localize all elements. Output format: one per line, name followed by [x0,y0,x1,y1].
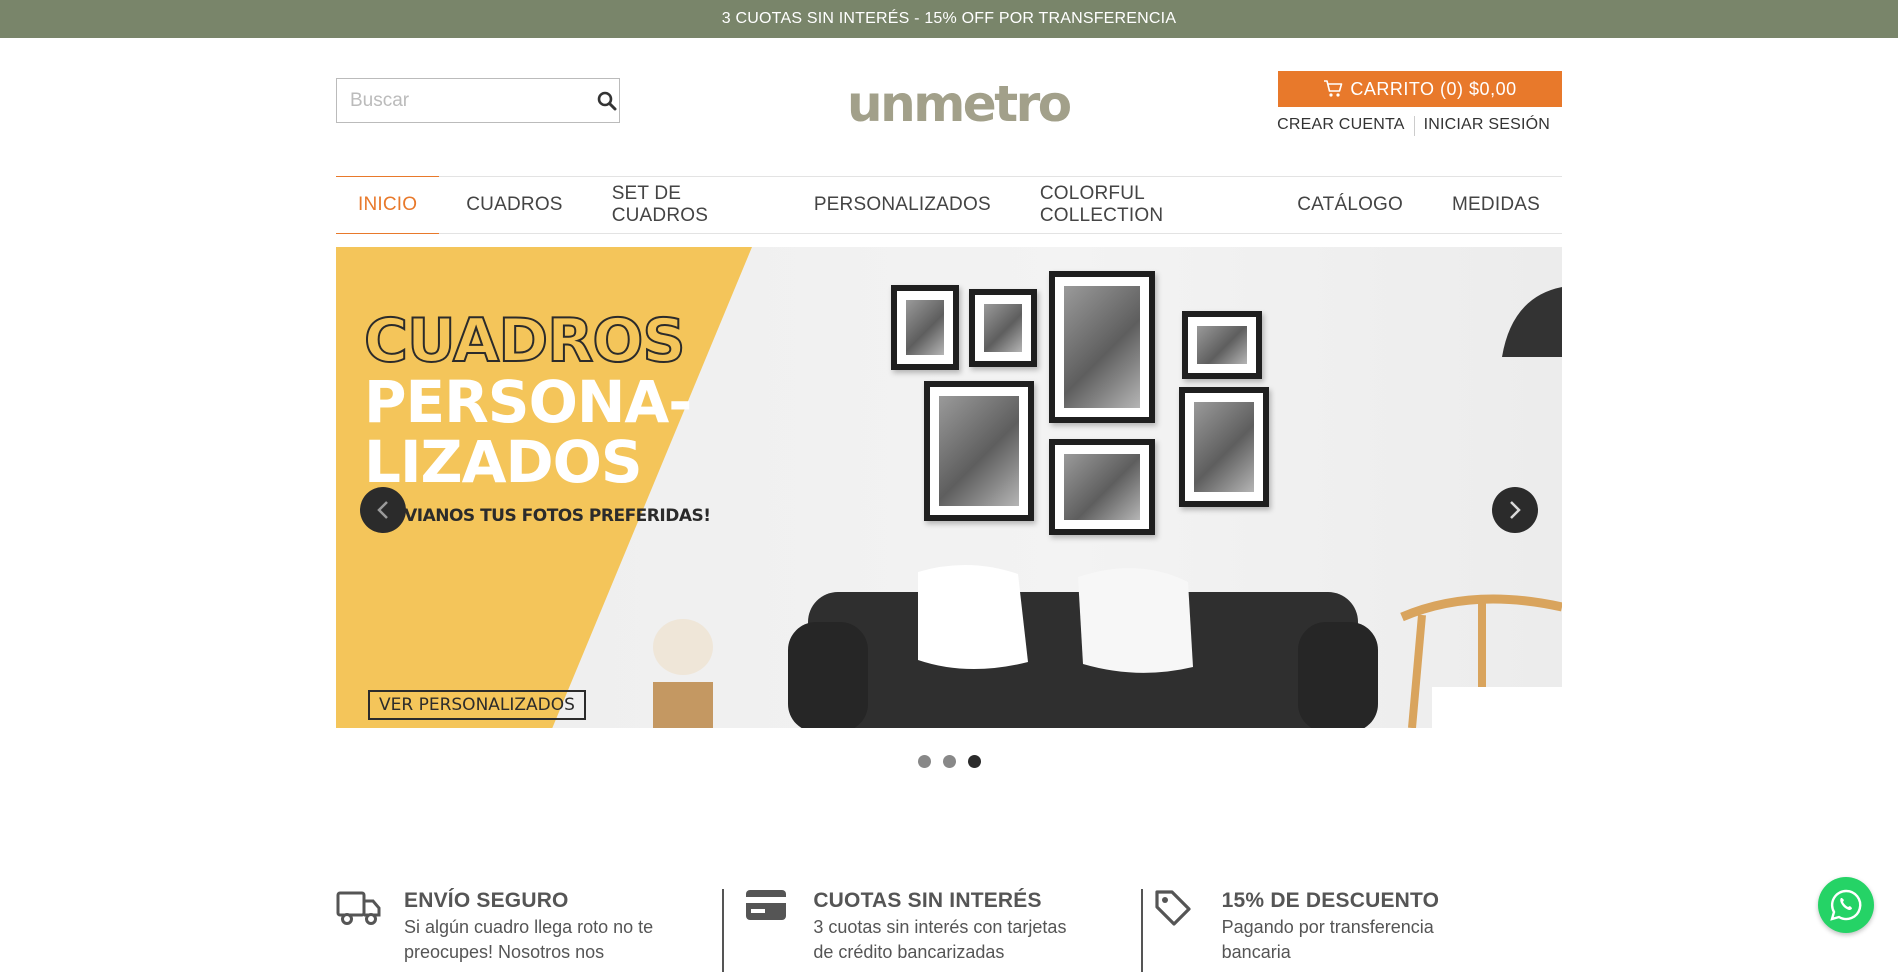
banner-headline: CUADROS PERSONA- LIZADOS [363,306,692,496]
slider-prev-button[interactable] [360,487,406,533]
divider [1141,889,1143,972]
hero-slider[interactable]: CUADROS PERSONA- LIZADOS ¡ENVIANOS TUS F… [336,247,1562,728]
photo-frame [891,285,959,370]
feature-desc: Si algún cuadro llega roto no te preocup… [404,917,654,962]
nav-item-catalogo[interactable]: CATÁLOGO [1275,177,1425,233]
create-account-link[interactable]: CREAR CUENTA [1277,116,1404,136]
slider-dot[interactable] [942,755,956,768]
feature-title: 15% DE DESCUENTO [1221,889,1440,912]
chevron-left-icon [377,501,388,519]
nav-item-set-de-cuadros[interactable]: SET DE CUADROS [590,177,787,233]
announcement-bar: 3 CUOTAS SIN INTERÉS - 15% OFF POR TRANS… [0,0,1898,38]
account-links: CREAR CUENTA INICIAR SESIÓN [1277,116,1550,136]
login-link[interactable]: INICIAR SESIÓN [1424,116,1550,136]
nav-item-personalizados[interactable]: PERSONALIZADOS [792,177,1013,233]
photo-frame [1179,387,1269,507]
whatsapp-button[interactable] [1818,877,1874,933]
lamp-illustration [1502,287,1562,357]
feature-desc: Pagando por transferencia bancaria [1221,917,1434,962]
photo-frame [969,289,1037,367]
tag-icon [1155,890,1191,926]
whatsapp-icon [1830,889,1862,921]
cart-button[interactable]: CARRITO (0) $0,00 [1278,71,1562,107]
divider [722,889,724,972]
photo-frame [1049,271,1155,423]
slider-dot-active[interactable] [967,755,981,768]
photo-frame [1182,311,1262,379]
feature-envio: ENVÍO SEGURO Si algún cuadro llega roto … [336,889,710,965]
search-box[interactable] [336,78,620,123]
slider-dot[interactable] [917,755,931,768]
photo-frame [1049,439,1155,535]
headline-line-3: LIZADOS [364,428,643,496]
divider [1413,116,1415,136]
feature-title: CUOTAS SIN INTERÉS [813,889,1042,912]
slider-pagination [336,755,1562,768]
banner-subline: ¡ENVIANOS TUS FOTOS PREFERIDAS! [372,506,711,526]
headline-line-2: PERSONA- [364,368,692,436]
ver-personalizados-button[interactable]: VER PERSONALIZADOS [368,690,586,720]
cart-icon [1324,80,1343,97]
nav-item-colorful-collection[interactable]: COLORFUL COLLECTION [1018,177,1270,233]
photo-frame [924,381,1034,521]
announcement-text: 3 CUOTAS SIN INTERÉS - 15% OFF POR TRANS… [721,10,1177,27]
chevron-right-icon [1510,501,1521,519]
search-icon[interactable] [595,79,619,122]
site-logo[interactable]: unmetro [847,76,1072,132]
main-nav: INICIO CUADROS SET DE CUADROS PERSONALIZ… [336,176,1562,234]
feature-strip: ENVÍO SEGURO Si algún cuadro llega roto … [336,889,1562,972]
truck-icon [336,891,381,925]
slider-next-button[interactable] [1492,487,1538,533]
feature-title: ENVÍO SEGURO [404,889,569,912]
feature-desc: 3 cuotas sin interés con tarjetas de cré… [813,917,1067,962]
cart-label: CARRITO (0) $0,00 [1350,78,1517,99]
nav-item-cuadros[interactable]: CUADROS [444,177,584,233]
search-input[interactable] [337,79,595,122]
headline-line-1: CUADROS [363,306,687,376]
sofa-illustration [788,564,1378,728]
feature-descuento: 15% DE DESCUENTO Pagando por transferenc… [1154,889,1562,965]
chair-illustration [1400,594,1562,728]
header: unmetro CARRITO (0) $0,00 CREAR CUENTA I… [336,38,1562,176]
feature-cuotas: CUOTAS SIN INTERÉS 3 cuotas sin interés … [745,889,1153,965]
plant-illustration [653,619,713,728]
nav-item-inicio[interactable]: INICIO [336,176,440,234]
nav-item-medidas[interactable]: MEDIDAS [1430,177,1562,233]
logo-text: unmetro [847,75,1072,133]
credit-card-icon [746,890,787,920]
